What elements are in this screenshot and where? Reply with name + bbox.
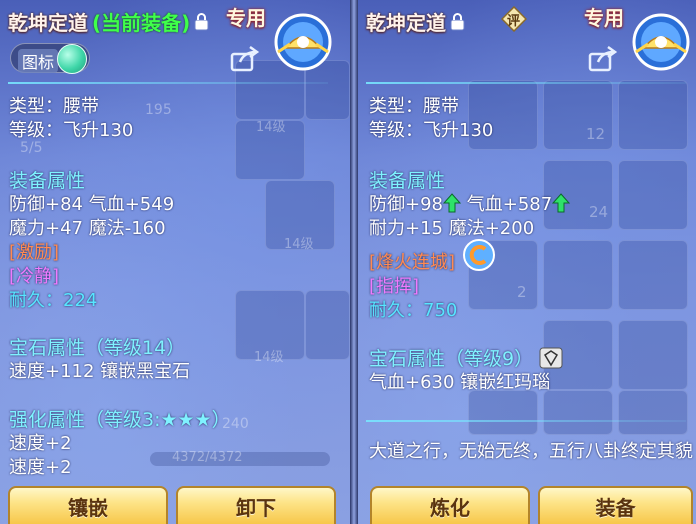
divider-line	[366, 82, 686, 84]
review-badge-label: 评	[507, 14, 521, 29]
defense-value: 防御+98	[369, 194, 443, 215]
item-level: 等级：飞升130	[9, 120, 134, 141]
gem-attr-header-text: 宝石属性（等级9）	[369, 348, 534, 370]
review-badge-icon[interactable]: 评	[501, 6, 527, 32]
bg-inventory-slot	[618, 80, 688, 150]
item-description: 大道之行，无始无终，五行八卦终定其貌	[369, 441, 693, 462]
bg-inventory-slot	[618, 160, 688, 230]
special-effect: [烽火连城]	[369, 252, 456, 273]
share-icon[interactable]	[230, 46, 260, 72]
bg-inventory-slot	[543, 390, 613, 435]
bg-inventory-slot	[543, 240, 613, 310]
gem-attr-line: 气血+630 镶嵌红玛瑙	[369, 372, 551, 393]
equip-attr-header: 装备属性	[9, 170, 86, 192]
bg-inventory-level: 14级	[256, 120, 286, 135]
item-title: 乾坤定道	[8, 10, 88, 35]
refine-button[interactable]: 炼化	[370, 486, 530, 524]
gem-icon[interactable]	[539, 347, 563, 369]
bg-hp-text: 4372/4372	[172, 450, 243, 465]
bg-level-text: 195	[145, 102, 172, 118]
bg-inventory-slot: 14级	[235, 290, 305, 365]
up-arrow-icon	[443, 193, 461, 213]
bg-inventory-count: 12	[586, 125, 606, 143]
special-skill: [指挥]	[369, 276, 420, 297]
equipped-tag: (当前装备)	[92, 10, 191, 35]
hp-value: 气血+587	[466, 194, 553, 215]
bg-inventory-slot: 12	[543, 80, 613, 150]
share-icon[interactable]	[588, 46, 618, 72]
strengthen-line-2: 速度+2	[9, 457, 72, 478]
attr-line-2: 魔力+47 魔法-160	[9, 218, 166, 239]
bg-inventory-level: 14级	[254, 350, 284, 365]
bg-page-text: 5/5	[20, 140, 43, 156]
attr-line-1: 防御+84 气血+549	[9, 194, 175, 215]
item-title-row: 乾坤定道	[366, 6, 465, 36]
equip-button[interactable]: 装备	[538, 486, 693, 524]
item-type: 类型：腰带	[369, 96, 459, 117]
equip-attr-header: 装备属性	[369, 170, 446, 192]
exclusive-label: 专用	[584, 6, 624, 30]
special-effect: [激励]	[9, 242, 60, 263]
strengthen-header: 强化属性（等级3:★★★）	[9, 409, 231, 431]
right-item-panel: 12 24 2 乾坤定道 评 专用 类型：腰带 等级：飞升130 装备属性 防御…	[358, 0, 696, 524]
lock-icon[interactable]	[194, 12, 209, 31]
bg-inventory-count: 24	[589, 203, 609, 221]
durability: 耐久：750	[369, 300, 458, 321]
bg-inventory-level: 14级	[284, 237, 314, 252]
panel-divider	[350, 0, 358, 524]
lock-icon[interactable]	[450, 12, 465, 31]
attr-line-2: 耐力+15 魔法+200	[369, 218, 535, 239]
attr-line-1: 防御+98 气血+587	[369, 190, 571, 216]
bg-inventory-slot	[618, 320, 688, 390]
up-arrow-icon	[552, 193, 571, 213]
emblem-icon	[632, 13, 690, 71]
item-level: 等级：飞升130	[369, 120, 494, 141]
bg-inventory-slot	[618, 240, 688, 310]
exclusive-label: 专用	[226, 6, 266, 30]
bg-inventory-slot: 14级	[235, 120, 305, 180]
icon-toggle[interactable]: 图标	[10, 43, 90, 74]
durability: 耐久：224	[9, 290, 98, 311]
unequip-button[interactable]: 卸下	[176, 486, 336, 524]
left-item-panel: 14级 14级 14级 195 5/5 240 4372/4372 乾坤定道 (当…	[0, 0, 350, 524]
gem-attr-header: 宝石属性（等级9）	[369, 344, 563, 371]
bg-inventory-slot	[468, 390, 538, 435]
bg-inventory-slot	[618, 390, 688, 435]
gem-attr-line: 速度+112 镶嵌黑宝石	[9, 361, 191, 382]
bg-inventory-slot: 14级	[265, 180, 335, 252]
special-skill: [冷静]	[9, 266, 60, 287]
emblem-icon	[274, 13, 332, 71]
toggle-knob-icon	[57, 44, 87, 74]
divider-line	[366, 420, 686, 422]
refine-icon[interactable]	[462, 238, 496, 272]
strengthen-line-1: 速度+2	[9, 433, 72, 454]
item-title-row: 乾坤定道 (当前装备)	[8, 6, 209, 36]
bg-inventory-slot	[305, 290, 350, 360]
gem-attr-header: 宝石属性（等级14）	[9, 337, 186, 359]
item-type: 类型：腰带	[9, 96, 99, 117]
bg-inventory-count: 2	[517, 283, 527, 301]
divider-line	[8, 82, 328, 84]
icon-toggle-label: 图标	[18, 49, 59, 73]
item-title: 乾坤定道	[366, 10, 446, 35]
inlay-button[interactable]: 镶嵌	[8, 486, 168, 524]
